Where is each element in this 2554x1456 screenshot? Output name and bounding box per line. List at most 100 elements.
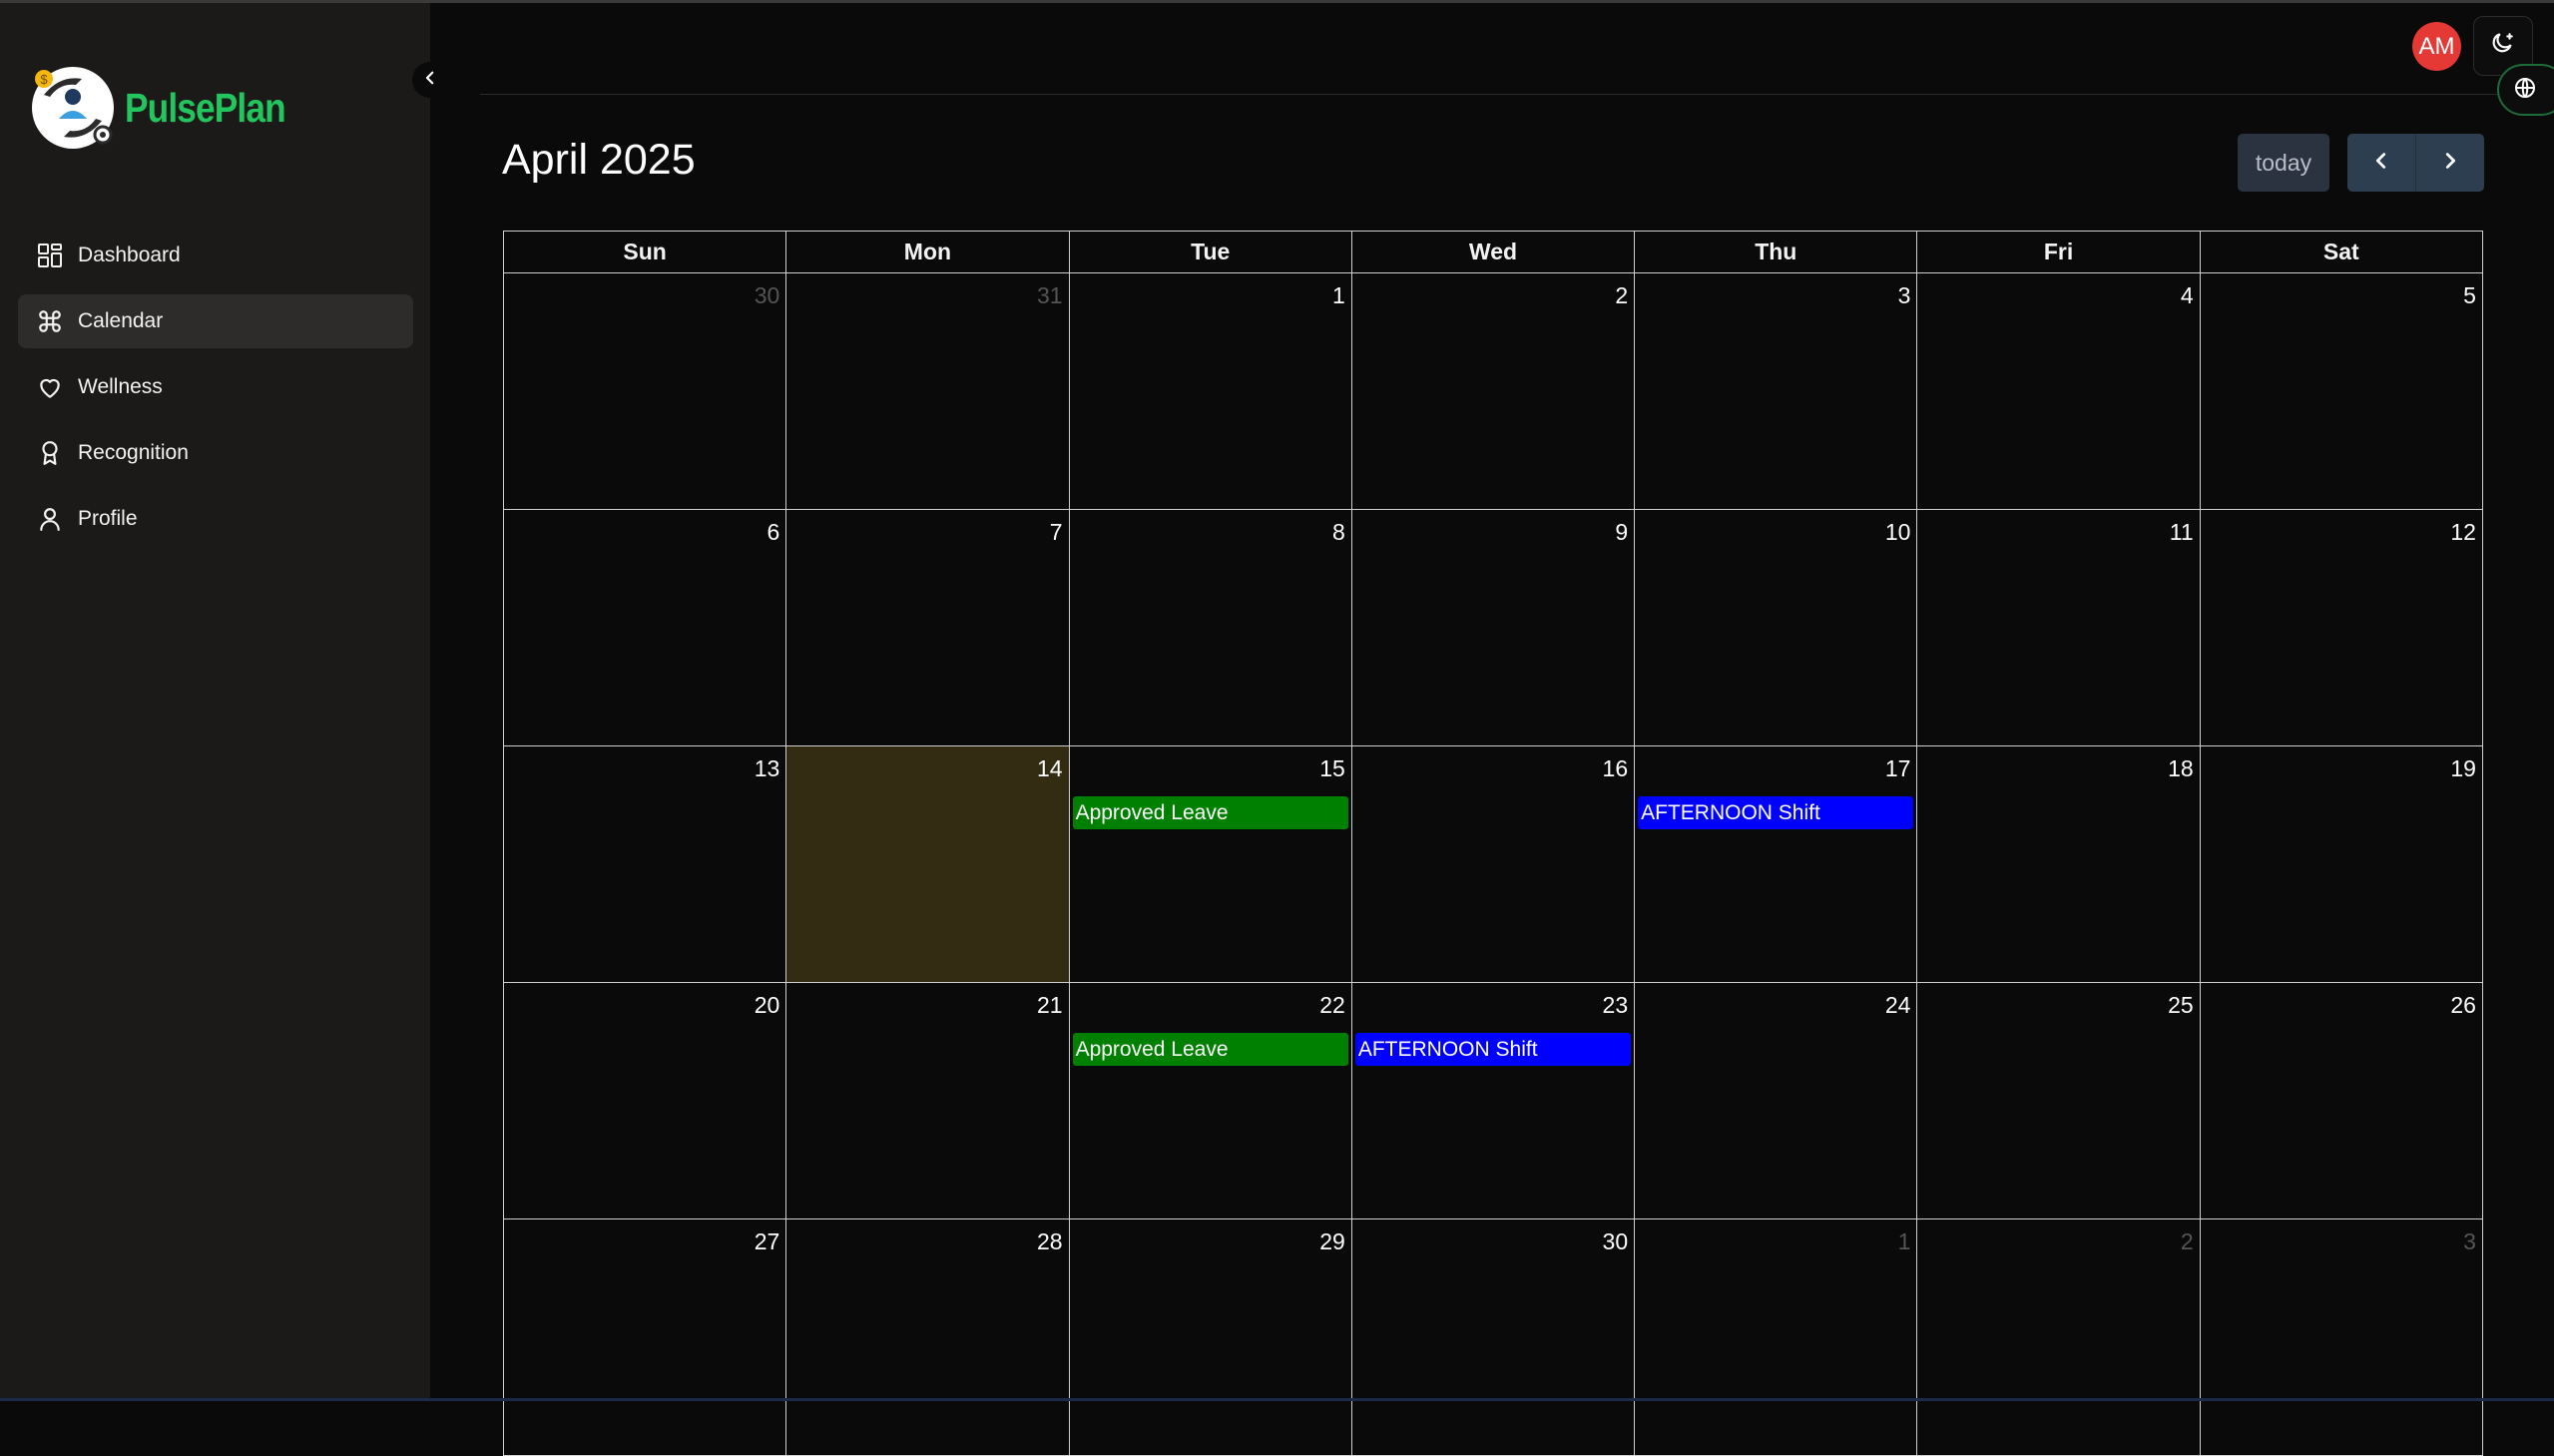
day-number[interactable]: 31: [1037, 282, 1063, 309]
weekday-header: Wed: [1351, 232, 1636, 273]
day-number[interactable]: 5: [2463, 282, 2476, 309]
day-cell[interactable]: 8: [1069, 510, 1352, 746]
day-cell[interactable]: 10: [1635, 510, 1918, 746]
day-cell[interactable]: 2: [1917, 1219, 2201, 1456]
day-cell[interactable]: 21: [786, 983, 1070, 1219]
day-cell[interactable]: 16: [1351, 746, 1636, 983]
day-number[interactable]: 2: [1615, 282, 1628, 309]
day-number[interactable]: 30: [755, 282, 780, 309]
day-number[interactable]: 25: [2168, 992, 2194, 1019]
sidebar-item-profile[interactable]: Profile: [18, 492, 413, 546]
day-cell[interactable]: 18: [1917, 746, 2201, 983]
day-number[interactable]: 18: [2168, 755, 2194, 782]
day-number[interactable]: 11: [2170, 519, 2194, 546]
day-number[interactable]: 6: [766, 519, 779, 546]
day-cell[interactable]: 15 Approved Leave: [1069, 746, 1352, 983]
day-number[interactable]: 19: [2450, 755, 2476, 782]
day-number[interactable]: 17: [1885, 755, 1911, 782]
day-number[interactable]: 4: [2181, 282, 2194, 309]
today-button[interactable]: today: [2238, 134, 2329, 192]
day-cell[interactable]: 20: [504, 983, 787, 1219]
language-button[interactable]: [2497, 64, 2554, 116]
day-number[interactable]: 2: [2181, 1228, 2194, 1255]
day-cell[interactable]: 9: [1351, 510, 1636, 746]
day-number[interactable]: 3: [1898, 282, 1911, 309]
day-cell[interactable]: 29: [1069, 1219, 1352, 1456]
day-cell[interactable]: 27: [504, 1219, 787, 1456]
sidebar: $ PulsePlan Dashboard Calendar Wellness …: [0, 3, 430, 1398]
day-number[interactable]: 3: [2463, 1228, 2476, 1255]
day-number[interactable]: 1: [1332, 282, 1345, 309]
day-cell[interactable]: 1: [1069, 273, 1352, 510]
day-cell[interactable]: 30: [504, 273, 787, 510]
day-number[interactable]: 16: [1603, 755, 1629, 782]
day-number[interactable]: 12: [2450, 519, 2476, 546]
day-cell[interactable]: 6: [504, 510, 787, 746]
day-cell[interactable]: 22 Approved Leave: [1069, 983, 1352, 1219]
day-number[interactable]: 21: [1037, 992, 1063, 1019]
day-cell[interactable]: 3: [1635, 273, 1918, 510]
day-number[interactable]: 29: [1319, 1228, 1345, 1255]
event-afternoon-shift[interactable]: AFTERNOON Shift: [1638, 796, 1914, 829]
next-month-button[interactable]: [2415, 134, 2484, 192]
sidebar-item-wellness[interactable]: Wellness: [18, 360, 413, 414]
day-number[interactable]: 23: [1603, 992, 1629, 1019]
day-cell[interactable]: 31: [786, 273, 1070, 510]
day-number[interactable]: 27: [755, 1228, 780, 1255]
day-number[interactable]: 14: [1037, 755, 1063, 782]
day-number[interactable]: 15: [1319, 755, 1345, 782]
day-number[interactable]: 8: [1332, 519, 1345, 546]
day-cell[interactable]: 12: [2200, 510, 2483, 746]
day-cell[interactable]: 3: [2200, 1219, 2483, 1456]
day-cell[interactable]: 19: [2200, 746, 2483, 983]
collapse-sidebar-button[interactable]: [412, 62, 448, 98]
day-cell[interactable]: 25: [1917, 983, 2201, 1219]
award-icon: [34, 437, 66, 469]
event-afternoon-shift[interactable]: AFTERNOON Shift: [1354, 1033, 1632, 1066]
calendar-grid: Sun Mon Tue Wed Thu Fri Sat 30 31 1 2 3 …: [503, 231, 2483, 1456]
day-cell[interactable]: 30: [1351, 1219, 1636, 1456]
day-number[interactable]: 7: [1050, 519, 1063, 546]
sidebar-item-label: Profile: [78, 507, 138, 530]
avatar[interactable]: AM: [2412, 22, 2461, 71]
event-approved-leave[interactable]: Approved Leave: [1072, 1033, 1348, 1066]
weekday-header: Tue: [1069, 232, 1352, 273]
day-cell[interactable]: 13: [504, 746, 787, 983]
user-icon: [34, 503, 66, 535]
sidebar-item-dashboard[interactable]: Dashboard: [18, 229, 413, 282]
day-cell[interactable]: 5: [2200, 273, 2483, 510]
sidebar-item-calendar[interactable]: Calendar: [18, 294, 413, 348]
day-cell[interactable]: 7: [786, 510, 1070, 746]
day-number[interactable]: 1: [1898, 1228, 1911, 1255]
prev-month-button[interactable]: [2347, 134, 2415, 192]
day-number[interactable]: 13: [755, 755, 780, 782]
day-number[interactable]: 28: [1037, 1228, 1063, 1255]
day-cell[interactable]: 4: [1917, 273, 2201, 510]
day-number[interactable]: 24: [1885, 992, 1911, 1019]
app-brand-name: PulsePlan: [125, 85, 286, 131]
day-number[interactable]: 26: [2450, 992, 2476, 1019]
day-cell[interactable]: 11: [1917, 510, 2201, 746]
day-cell[interactable]: 2: [1351, 273, 1636, 510]
day-cell[interactable]: 23 AFTERNOON Shift: [1351, 983, 1636, 1219]
day-cell[interactable]: 26: [2200, 983, 2483, 1219]
day-cell[interactable]: 1: [1635, 1219, 1918, 1456]
event-approved-leave[interactable]: Approved Leave: [1072, 796, 1348, 829]
dashboard-icon: [34, 240, 66, 271]
day-number[interactable]: 20: [755, 992, 780, 1019]
day-number[interactable]: 10: [1885, 519, 1911, 546]
day-cell[interactable]: 17 AFTERNOON Shift: [1635, 746, 1918, 983]
day-number[interactable]: 9: [1615, 519, 1628, 546]
svg-text:$: $: [40, 72, 48, 87]
day-number[interactable]: 30: [1603, 1228, 1629, 1255]
day-cell-today[interactable]: 14: [786, 746, 1070, 983]
weekday-header: Sat: [2200, 232, 2483, 273]
day-number[interactable]: 22: [1319, 992, 1345, 1019]
day-cell[interactable]: 24: [1635, 983, 1918, 1219]
weekday-header-row: Sun Mon Tue Wed Thu Fri Sat: [503, 231, 2483, 273]
calendar-title: April 2025: [502, 136, 696, 184]
sidebar-item-recognition[interactable]: Recognition: [18, 426, 413, 480]
chevron-left-icon: [2370, 150, 2392, 177]
sidebar-item-label: Calendar: [78, 309, 164, 332]
day-cell[interactable]: 28: [786, 1219, 1070, 1456]
